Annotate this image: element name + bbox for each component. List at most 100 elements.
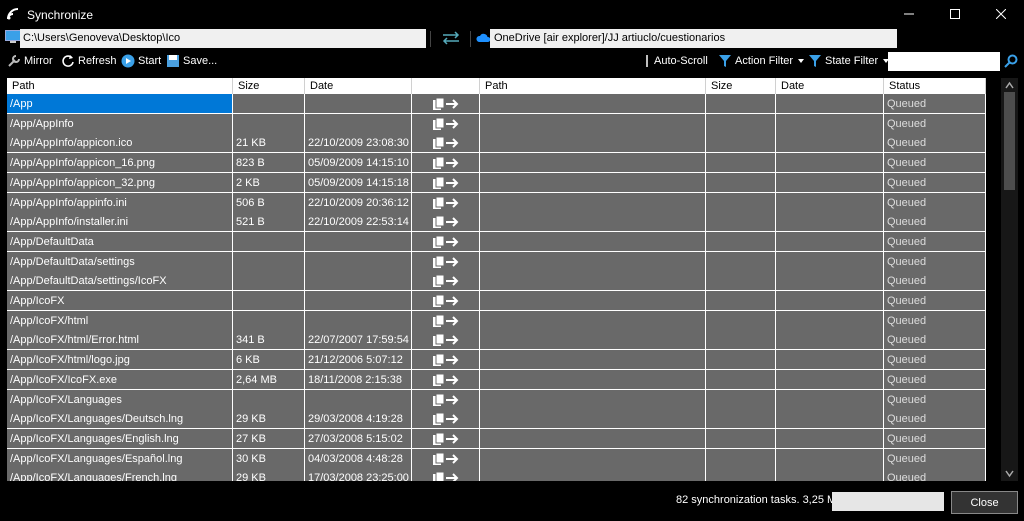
column-header-size-remote[interactable]: Size [706, 78, 776, 94]
cell-action[interactable] [412, 389, 480, 410]
minimize-icon [904, 13, 914, 15]
minimize-button[interactable] [886, 0, 932, 28]
copy-right-arrow-icon [433, 294, 459, 307]
table-row[interactable]: /App/AppInfo/installer.ini 521 B 22/10/200… [7, 212, 986, 233]
scroll-up-icon[interactable] [1005, 81, 1014, 90]
cell-size-remote [706, 212, 776, 233]
cell-date-remote [776, 133, 884, 154]
cell-action[interactable] [412, 468, 480, 481]
table-row[interactable]: /App/IcoFX/IcoFX.exe 2,64 MB 18/11/2008 2:… [7, 369, 986, 390]
table-row[interactable]: /App/IcoFX/Languages/French.lng 29 KB 17/0… [7, 468, 986, 481]
cell-status: Queued [884, 428, 986, 449]
local-path-field[interactable]: C:\Users\Genoveva\Desktop\Ico [20, 29, 426, 48]
cell-action[interactable] [412, 330, 480, 351]
cell-date: 22/07/2007 17:59:54 [305, 330, 412, 351]
cell-action[interactable] [412, 192, 480, 213]
save-button[interactable]: Save... [166, 53, 217, 69]
remote-path-field[interactable]: OneDrive [air explorer]/JJ artiuclo/cues… [490, 29, 897, 48]
cell-action[interactable] [412, 94, 480, 114]
cell-date-remote [776, 468, 884, 481]
cell-size-remote [706, 330, 776, 351]
cell-path-remote [480, 153, 706, 174]
cell-date-remote [776, 153, 884, 174]
cell-date [305, 231, 412, 252]
cell-action[interactable] [412, 271, 480, 292]
cell-action[interactable] [412, 133, 480, 154]
cell-path-remote [480, 94, 706, 114]
cell-size: 506 B [233, 192, 305, 213]
save-label: Save... [183, 55, 218, 67]
cell-path-remote [480, 251, 706, 272]
mirror-button[interactable]: Mirror [7, 53, 53, 69]
action-filter-dropdown[interactable]: Action Filter [718, 53, 808, 69]
scrollbar-thumb[interactable] [1004, 92, 1015, 190]
start-button[interactable]: Start [121, 53, 161, 69]
table-row[interactable]: /App/IcoFX Queued [7, 291, 986, 311]
column-header-status[interactable]: Status [884, 78, 986, 94]
cell-status: Queued [884, 172, 986, 193]
cell-status: Queued [884, 271, 986, 292]
table-row[interactable]: /App/DefaultData/settings Queued [7, 251, 986, 272]
close-button[interactable]: Close [951, 491, 1018, 514]
cell-action[interactable] [412, 310, 480, 331]
cell-action[interactable] [412, 291, 480, 311]
cell-action[interactable] [412, 251, 480, 272]
cell-action[interactable] [412, 369, 480, 390]
cell-path-remote [480, 468, 706, 481]
cell-action[interactable] [412, 172, 480, 193]
auto-scroll-button[interactable]: Auto-Scroll [643, 53, 708, 69]
cell-action[interactable] [412, 428, 480, 449]
table-row[interactable]: /App/DefaultData/settings/IcoFX Queued [7, 271, 986, 292]
cell-action[interactable] [412, 448, 480, 469]
copy-right-arrow-icon [433, 97, 459, 110]
table-row[interactable]: /App/IcoFX/Languages/Español.lng 30 KB 04/… [7, 448, 986, 469]
column-header-path[interactable]: Path [7, 78, 233, 94]
cell-action[interactable] [412, 153, 480, 174]
table-row[interactable]: /App/AppInfo Queued [7, 113, 986, 134]
cell-action[interactable] [412, 231, 480, 252]
scroll-down-icon[interactable] [1005, 469, 1014, 478]
filter-icon [809, 55, 821, 67]
close-window-button[interactable] [978, 0, 1024, 28]
maximize-button[interactable] [932, 0, 978, 28]
cell-status: Queued [884, 251, 986, 272]
table-row[interactable]: /App/IcoFX/html/logo.jpg 6 KB 21/12/2006 5… [7, 350, 986, 371]
copy-right-arrow-icon [433, 333, 459, 347]
cell-path: /App/IcoFX/Languages/Español.lng [7, 448, 233, 469]
table-row[interactable]: /App/AppInfo/appicon_32.png 2 KB 05/09/200… [7, 172, 986, 193]
search-input[interactable] [888, 52, 1000, 71]
column-header-date[interactable]: Date [305, 78, 412, 94]
table-row[interactable]: /App/IcoFX/Languages/Deutsch.lng 29 KB 29/… [7, 409, 986, 430]
table-row[interactable]: /App/AppInfo/appinfo.ini 506 B 22/10/2009 … [7, 192, 986, 213]
cell-status: Queued [884, 212, 986, 233]
swap-arrows-icon[interactable] [441, 31, 461, 45]
table-row[interactable]: /App/IcoFX/html/Error.html 341 B 22/07/200… [7, 330, 986, 351]
cell-size-remote [706, 192, 776, 213]
cell-action[interactable] [412, 113, 480, 134]
column-header-date-remote[interactable]: Date [776, 78, 884, 94]
cell-action[interactable] [412, 350, 480, 371]
sync-app-icon [7, 8, 19, 20]
table-row[interactable]: /App/AppInfo/appicon.ico 21 KB 22/10/2009 … [7, 133, 986, 154]
search-icon[interactable] [1004, 54, 1018, 68]
cell-status: Queued [884, 468, 986, 481]
state-filter-label: State Filter [825, 55, 879, 67]
cell-action[interactable] [412, 409, 480, 430]
table-row[interactable]: /App/IcoFX/Languages/English.lng 27 KB 27/… [7, 428, 986, 449]
cell-action[interactable] [412, 212, 480, 233]
column-header-size[interactable]: Size [233, 78, 305, 94]
cell-date [305, 271, 412, 292]
table-row[interactable]: /App/AppInfo/appicon_16.png 823 B 05/09/20… [7, 153, 986, 174]
copy-right-arrow-icon [433, 353, 459, 367]
table-row[interactable]: /App/IcoFX/html Queued [7, 310, 986, 331]
cell-date: 04/03/2008 4:48:28 [305, 448, 412, 469]
table-row[interactable]: /App/DefaultData Queued [7, 231, 986, 252]
vertical-scrollbar[interactable] [1001, 78, 1018, 481]
refresh-button[interactable]: Refresh [61, 53, 117, 69]
cell-size [233, 231, 305, 252]
table-row[interactable]: /App/IcoFX/Languages Queued [7, 389, 986, 410]
column-header-action[interactable] [412, 78, 480, 94]
column-header-path-remote[interactable]: Path [480, 78, 706, 94]
state-filter-dropdown[interactable]: State Filter [808, 53, 893, 69]
table-row[interactable]: /App Queued [7, 94, 986, 114]
